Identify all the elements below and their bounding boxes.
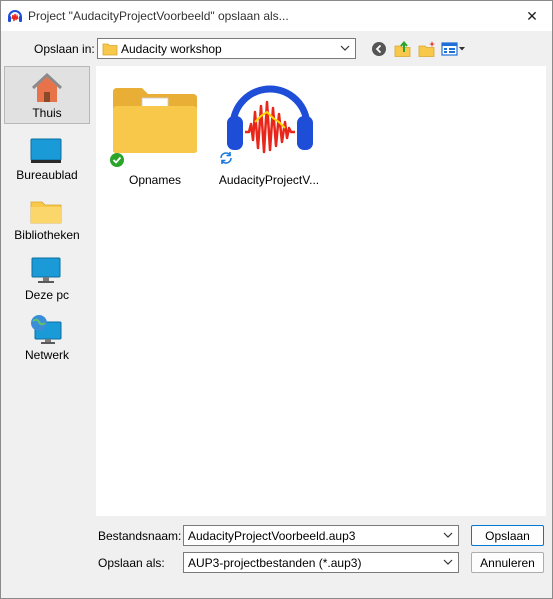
cancel-button[interactable]: Annuleren xyxy=(471,552,544,573)
filename-label: Bestandsnaam: xyxy=(98,529,182,543)
place-thuis[interactable]: Thuis xyxy=(4,66,90,124)
back-button[interactable] xyxy=(369,39,389,59)
places-bar: Thuis Bureaublad Bibliotheken Deze pc Ne… xyxy=(4,66,90,516)
filename-value: AudacityProjectVoorbeeld.aup3 xyxy=(188,529,356,543)
file-name: AudacityProjectV... xyxy=(218,173,320,187)
view-menu-button[interactable] xyxy=(441,39,467,59)
folder-icon xyxy=(102,43,118,56)
new-folder-button[interactable] xyxy=(417,39,437,59)
sync-ok-icon xyxy=(110,153,124,167)
filename-field[interactable]: AudacityProjectVoorbeeld.aup3 xyxy=(183,525,459,546)
place-bibliotheken[interactable]: Bibliotheken xyxy=(4,189,90,247)
sync-pending-icon xyxy=(220,152,232,164)
save-as-type-label: Opslaan als: xyxy=(98,556,165,570)
folder-icon xyxy=(113,88,197,153)
save-dialog: Project "AudacityProjectVoorbeeld" opsla… xyxy=(0,0,553,599)
current-folder-name: Audacity workshop xyxy=(121,42,222,56)
audacity-app-icon xyxy=(8,10,22,22)
save-button[interactable]: Opslaan xyxy=(471,525,544,546)
place-label: Thuis xyxy=(32,106,62,120)
up-folder-icon xyxy=(394,40,411,57)
place-bureaublad[interactable]: Bureaublad xyxy=(4,129,90,187)
libraries-icon xyxy=(30,201,62,224)
title-bar: Project "AudacityProjectVoorbeeld" opsla… xyxy=(1,1,552,31)
place-label: Deze pc xyxy=(24,288,70,302)
view-menu-icon xyxy=(441,42,465,56)
save-as-type-dropdown[interactable]: AUP3-projectbestanden (*.aup3) xyxy=(183,552,459,573)
filetype-value: AUP3-projectbestanden (*.aup3) xyxy=(188,556,362,570)
file-list[interactable]: Opnames AudacityProjectV... xyxy=(96,66,546,516)
this-pc-icon xyxy=(31,257,61,283)
home-icon xyxy=(31,72,63,102)
file-item-opnames[interactable]: Opnames xyxy=(110,80,200,190)
dialog-title: Project "AudacityProjectVoorbeeld" opsla… xyxy=(28,9,289,23)
save-in-dropdown[interactable]: Audacity workshop xyxy=(97,38,356,59)
back-icon xyxy=(372,42,386,56)
save-button-label: Opslaan xyxy=(485,528,530,543)
cancel-button-label: Annuleren xyxy=(480,555,535,570)
save-in-label: Opslaan in: xyxy=(34,42,95,56)
network-icon xyxy=(31,315,62,344)
new-folder-icon xyxy=(418,41,435,57)
place-label: Bureaublad xyxy=(16,168,78,182)
chevron-down-icon xyxy=(443,532,453,538)
file-name: Opnames xyxy=(128,173,182,187)
close-button[interactable]: ✕ xyxy=(512,1,552,31)
desktop-icon xyxy=(30,138,62,163)
place-netwerk[interactable]: Netwerk xyxy=(4,309,90,367)
chevron-down-icon xyxy=(340,45,350,51)
chevron-down-icon xyxy=(443,559,453,565)
close-icon: ✕ xyxy=(526,7,538,24)
place-label: Netwerk xyxy=(24,348,69,362)
audacity-project-icon xyxy=(227,85,313,154)
file-item-audacity-project[interactable]: AudacityProjectV... xyxy=(214,72,324,190)
up-folder-button[interactable] xyxy=(393,39,413,59)
place-deze-pc[interactable]: Deze pc xyxy=(4,249,90,307)
place-label: Bibliotheken xyxy=(14,228,80,242)
